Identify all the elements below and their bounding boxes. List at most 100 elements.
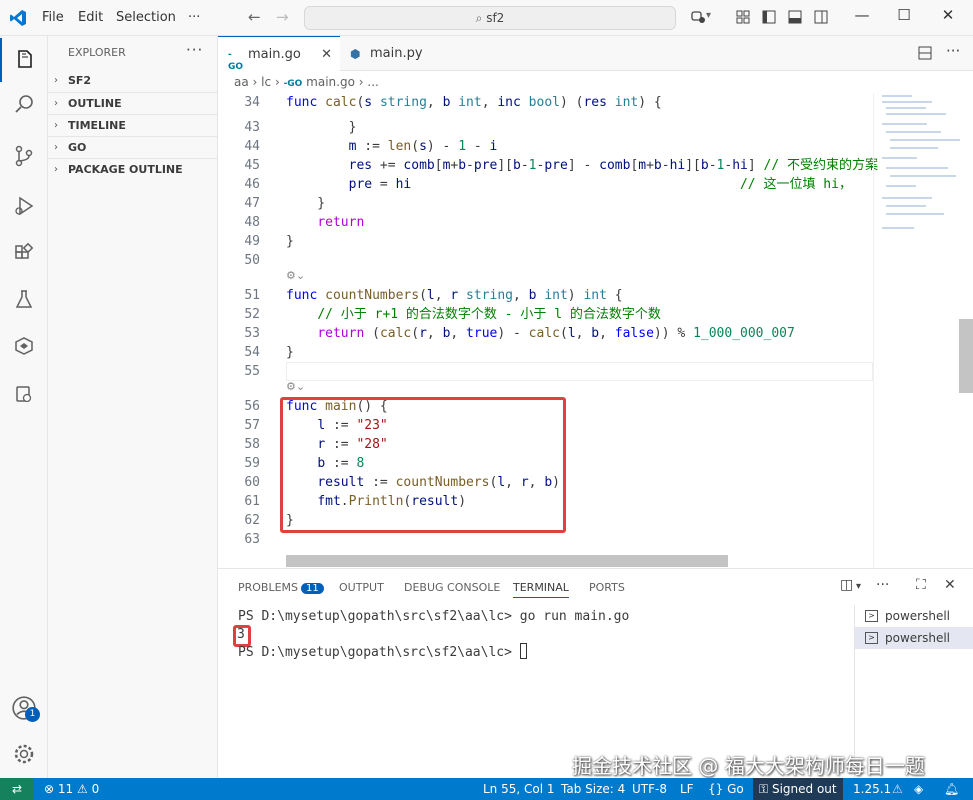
toggle-secondary-sidebar-icon[interactable] <box>813 9 829 25</box>
explorer-icon[interactable] <box>0 38 48 82</box>
code-line: 50 <box>218 251 873 270</box>
editor-tabs: -GO main.go ✕ ⬢ main.py ··· <box>218 36 973 72</box>
bell-icon[interactable]: 🔔︎ <box>944 778 959 800</box>
panel-tab-problems[interactable]: PROBLEMS 11 <box>238 581 324 594</box>
testing-icon[interactable] <box>0 278 48 322</box>
back-arrow-icon[interactable]: ← <box>248 8 261 26</box>
copilot-icon[interactable] <box>690 9 706 25</box>
close-icon[interactable]: ✕ <box>321 37 332 72</box>
terminal-more-icon[interactable]: ··· <box>876 577 889 593</box>
code-text: res += comb[m+b-pre][b-1-pre] - comb[m+b… <box>348 158 878 173</box>
chevron-down-icon[interactable]: ▾ <box>706 10 711 21</box>
command-center-search[interactable]: ⌕ sf2 <box>304 6 676 30</box>
section-sf2[interactable]: › SF2 <box>48 70 218 92</box>
problems-status[interactable]: ⊗ 11 ⚠ 0 <box>44 778 99 800</box>
codelens-icon[interactable]: ⚙︎⌄ <box>286 380 305 393</box>
tab-label: main.go <box>248 47 301 62</box>
copilot-status-icon[interactable]: ◈ <box>914 778 923 800</box>
search-view-icon[interactable] <box>0 82 48 126</box>
breadcrumb-item[interactable]: lc <box>261 75 271 89</box>
language-label: Go <box>727 782 744 796</box>
source-control-icon[interactable] <box>0 134 48 178</box>
braces-icon: {} <box>708 782 724 796</box>
menu-file[interactable]: File <box>42 10 64 25</box>
breadcrumb-item[interactable]: ... <box>367 75 378 89</box>
editor-more-icon[interactable]: ··· <box>946 42 960 60</box>
line-number: 61 <box>244 494 260 509</box>
code-line: 34 func calc(s string, b int, inc bool) (… <box>218 93 873 112</box>
layout-customize-icon[interactable] <box>735 9 751 25</box>
breadcrumb-item[interactable]: main.go <box>306 75 355 89</box>
remote-icon[interactable]: ⇄ <box>0 778 34 800</box>
account-label: Signed out <box>771 782 837 796</box>
line-number: 59 <box>244 456 260 471</box>
toggle-panel-icon[interactable] <box>787 9 803 25</box>
account-status[interactable]: ⚿ Signed out <box>753 778 843 800</box>
alert-icon: ⚠ <box>892 782 903 796</box>
run-debug-icon[interactable] <box>0 184 48 228</box>
breadcrumb-item[interactable]: aa <box>234 75 249 89</box>
maximize-icon[interactable]: ☐ <box>892 6 916 24</box>
terminal-instance[interactable]: > powershell <box>855 627 973 649</box>
minimap[interactable] <box>873 93 973 568</box>
codelens-icon[interactable]: ⚙︎⌄ <box>286 269 305 282</box>
chevron-right-icon: › <box>54 75 58 86</box>
panel-tab-ports[interactable]: PORTS <box>589 581 625 594</box>
section-outline[interactable]: › OUTLINE <box>48 92 218 114</box>
line-number: 51 <box>244 288 260 303</box>
chevron-right-icon: › <box>54 164 58 175</box>
encoding[interactable]: UTF-8 <box>632 778 667 800</box>
panel-tab-output[interactable]: OUTPUT <box>339 581 384 594</box>
remote-explorer-icon[interactable] <box>0 324 48 368</box>
tab-main-py[interactable]: ⬢ main.py <box>340 36 458 71</box>
line-number: 53 <box>244 326 260 341</box>
gear-icon[interactable] <box>0 732 48 776</box>
account-badge: 1 <box>25 707 40 722</box>
close-window-icon[interactable]: ✕ <box>936 6 960 24</box>
split-terminal-icon[interactable]: ◫ <box>840 577 853 593</box>
docker-icon[interactable] <box>0 372 48 416</box>
panel-tab-debug-console[interactable]: DEBUG CONSOLE <box>404 581 500 594</box>
terminal-icon: > <box>865 610 878 622</box>
maximize-panel-icon[interactable]: ⛶ <box>916 577 926 593</box>
sidebar-more-icon[interactable]: ··· <box>186 41 203 59</box>
horizontal-scrollbar-thumb[interactable] <box>286 555 728 567</box>
code-line: 49} <box>218 232 873 251</box>
code-line: 43 } <box>218 118 873 137</box>
go-version[interactable]: 1.25.1 <box>853 778 891 800</box>
section-go[interactable]: › GO <box>48 136 218 158</box>
code-line: 54} <box>218 343 873 362</box>
menu-edit[interactable]: Edit <box>78 10 103 25</box>
menu-selection[interactable]: Selection <box>116 10 176 25</box>
tab-main-go[interactable]: -GO main.go ✕ <box>218 36 340 72</box>
section-timeline[interactable]: › TIMELINE <box>48 114 218 136</box>
close-panel-icon[interactable]: ✕ <box>944 577 956 593</box>
terminal-prompt: PS D:\mysetup\gopath\src\sf2\aa\lc> <box>238 645 520 660</box>
chevron-right-icon: › <box>252 75 262 89</box>
status-bar: ⇄ ⊗ 11 ⚠ 0 Ln 55, Col 1 Tab Size: 4 UTF-… <box>0 778 973 800</box>
section-package-outline[interactable]: › PACKAGE OUTLINE <box>48 158 218 180</box>
vscode-logo-icon <box>10 10 26 26</box>
forward-arrow-icon[interactable]: → <box>276 8 289 26</box>
tab-size[interactable]: Tab Size: 4 <box>561 778 625 800</box>
code-line: 53 return (calc(r, b, true) - calc(l, b,… <box>218 324 873 343</box>
split-editor-icon[interactable] <box>918 46 932 60</box>
terminal-line-3[interactable]: PS D:\mysetup\gopath\src\sf2\aa\lc> <box>238 643 527 660</box>
chevron-down-icon[interactable]: ▾ <box>856 581 861 592</box>
eol[interactable]: LF <box>680 778 694 800</box>
code-editor[interactable]: 34 func calc(s string, b int, inc bool) (… <box>218 93 973 568</box>
code-text: m := len(s) - 1 - i <box>348 139 498 154</box>
cursor-position[interactable]: Ln 55, Col 1 <box>483 778 555 800</box>
panel-tab-terminal[interactable]: TERMINAL <box>513 581 569 598</box>
vertical-scrollbar-thumb[interactable] <box>959 319 973 393</box>
extensions-icon[interactable] <box>0 232 48 276</box>
code-line: 44 m := len(s) - 1 - i <box>218 137 873 156</box>
terminal-instance[interactable]: > powershell <box>855 605 973 627</box>
minimize-icon[interactable]: — <box>850 6 874 24</box>
toggle-sidebar-icon[interactable] <box>761 9 777 25</box>
account-icon[interactable] <box>0 686 48 730</box>
menu-more[interactable]: ··· <box>188 10 200 25</box>
line-number: 58 <box>244 437 260 452</box>
bottom-panel: PROBLEMS 11 OUTPUT DEBUG CONSOLE TERMINAL… <box>218 568 973 779</box>
language-mode[interactable]: {} Go <box>708 778 744 800</box>
